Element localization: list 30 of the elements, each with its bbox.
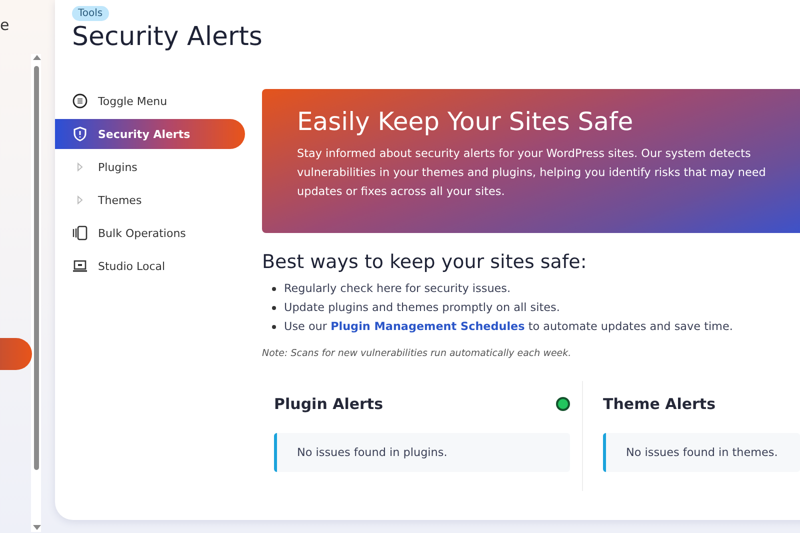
bullet-icon: [272, 324, 276, 328]
tip-text: Use our Plugin Management Schedules to automate updates and save time.: [284, 319, 733, 335]
devices-icon: [72, 225, 88, 241]
schedules-link[interactable]: Plugin Management Schedules: [330, 320, 525, 333]
panel-title: Plugin Alerts: [274, 395, 384, 413]
panel-title: Theme Alerts: [603, 395, 716, 413]
sidebar-item[interactable]: Toggle Menu: [55, 86, 245, 116]
sidebar-item[interactable]: Plugins: [55, 152, 245, 182]
text-fragment: e: [0, 16, 10, 34]
tip-text: Update plugins and themes promptly on all sites.: [284, 300, 560, 316]
tools-badge: Tools: [72, 6, 109, 21]
sidebar-item[interactable]: Bulk Operations: [55, 218, 245, 248]
bullet-icon: [272, 286, 276, 290]
message-box: No issues found in themes.: [603, 433, 800, 472]
tab-pill: [0, 338, 32, 370]
section-heading: Best ways to keep your sites safe:: [262, 251, 588, 273]
banner-title: Easily Keep Your Sites Safe: [297, 107, 634, 136]
bullet-icon: [272, 306, 276, 310]
sidebar-item[interactable]: Themes: [55, 185, 245, 215]
tip-text: Regularly check here for security issues.: [284, 281, 511, 297]
message-box: No issues found in plugins.: [274, 433, 570, 472]
shield-icon: [72, 126, 88, 142]
sidebar-item[interactable]: Security Alerts: [55, 119, 245, 149]
laptop-icon: [72, 258, 88, 274]
page-title: Security Alerts: [72, 22, 264, 52]
sidebar-item[interactable]: Studio Local: [55, 251, 245, 281]
scrollbar[interactable]: [31, 54, 41, 532]
banner-text: Stay informed about security alerts for your WordPress sites. Our system detects vulnerabilities in your themes and plugins, helping you identify risks that may need updates or fixes across all your sites.: [297, 146, 767, 200]
menu-icon: [72, 93, 88, 109]
note-text: Note: Scans for new vulnerabilities run automatically each week.: [262, 348, 572, 359]
